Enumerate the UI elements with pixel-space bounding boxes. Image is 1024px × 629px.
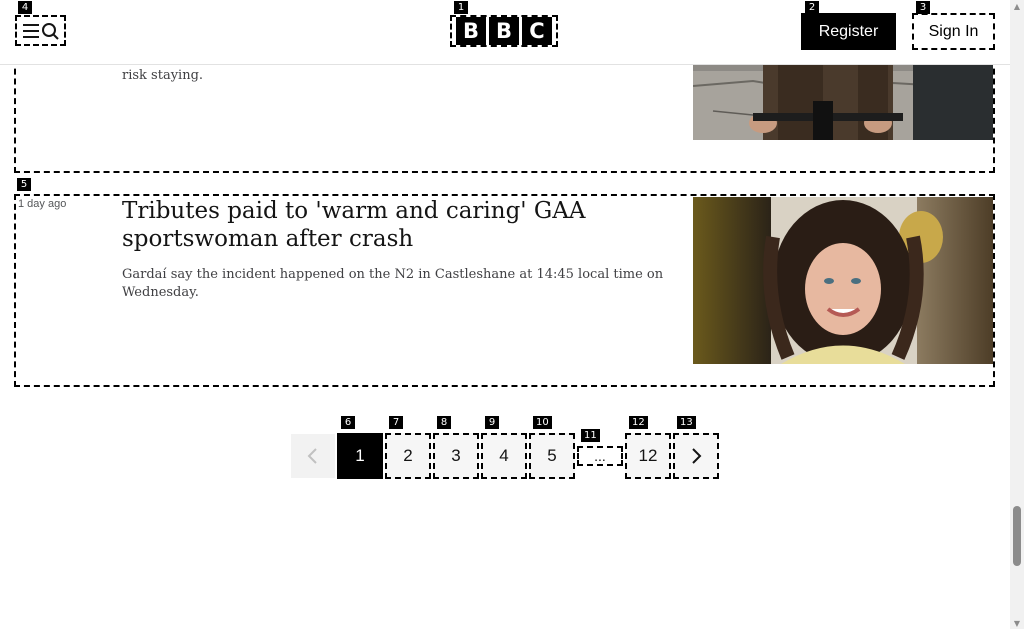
page-scrollbar[interactable]: ▲ ▼ (1010, 0, 1024, 629)
overlay-tag: 7 (389, 416, 403, 429)
sign-in-button[interactable]: Sign In (912, 13, 995, 50)
overlay-tag: 1 (454, 1, 468, 14)
overlay-tag: 5 (17, 178, 31, 191)
overlay-tag: 2 (805, 1, 819, 14)
logo-letter: B (456, 17, 486, 45)
overlay-tag: 13 (677, 416, 696, 429)
article-image (693, 197, 993, 364)
article-summary: risk staying. (122, 68, 204, 83)
menu-search-icon (22, 22, 59, 40)
site-header: B B C Register Sign In (0, 0, 1010, 65)
woman-portrait-photo (693, 197, 993, 364)
scroll-up-arrow[interactable]: ▲ (1010, 0, 1024, 12)
pagination: 1 2 3 4 5 ... 12 (291, 433, 721, 479)
overlay-tag: 9 (485, 416, 499, 429)
overlay-tag: 8 (437, 416, 451, 429)
register-button[interactable]: Register (801, 13, 896, 50)
overlay-tag: 12 (629, 416, 648, 429)
overlay-tag: 3 (916, 1, 930, 14)
chevron-right-icon (692, 448, 702, 464)
article-timestamp: 1 day ago (18, 198, 67, 210)
previous-page-button (291, 434, 335, 478)
page: risk staying. 5 1 day ago Tributes paid (0, 0, 1024, 629)
page-button-5[interactable]: 5 (529, 433, 575, 479)
page-button-2[interactable]: 2 (385, 433, 431, 479)
overlay-tag: 10 (533, 416, 552, 429)
page-button-12[interactable]: 12 (625, 433, 671, 479)
bbc-logo[interactable]: B B C (450, 15, 558, 47)
overlay-tag: 6 (341, 416, 355, 429)
scroll-down-arrow[interactable]: ▼ (1010, 617, 1024, 629)
article-headline[interactable]: Tributes paid to 'warm and caring' GAA s… (122, 197, 682, 253)
overlay-tag: 11 (581, 429, 600, 442)
overlay-tag: 4 (18, 1, 32, 14)
menu-search-button[interactable] (15, 15, 66, 46)
scrollbar-thumb[interactable] (1013, 506, 1021, 566)
article-summary: Gardaí say the incident happened on the … (122, 267, 664, 300)
logo-letter: B (489, 17, 519, 45)
logo-letter: C (522, 17, 552, 45)
page-button-1[interactable]: 1 (337, 433, 383, 479)
chevron-left-icon (307, 448, 317, 464)
next-page-button[interactable] (673, 433, 719, 479)
article-card[interactable]: 1 day ago Tributes paid to 'warm and car… (14, 194, 995, 387)
page-button-4[interactable]: 4 (481, 433, 527, 479)
page-button-3[interactable]: 3 (433, 433, 479, 479)
page-ellipsis[interactable]: ... (577, 446, 623, 466)
